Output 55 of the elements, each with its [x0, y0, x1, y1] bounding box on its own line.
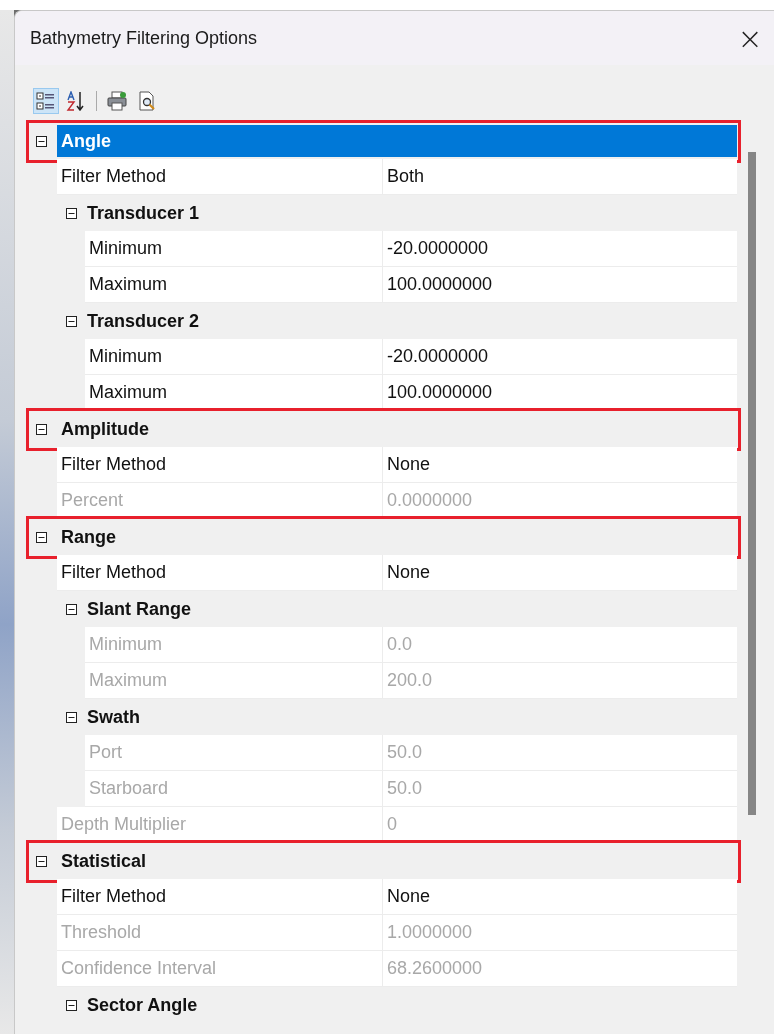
group-label: Transducer 1: [86, 201, 200, 225]
property-name: Filter Method: [57, 159, 383, 195]
property-value[interactable]: None: [383, 555, 737, 591]
property-name: Port: [85, 735, 383, 771]
collapse-icon[interactable]: [35, 531, 47, 543]
property-value[interactable]: -20.0000000: [383, 339, 737, 375]
property-name: Minimum: [85, 627, 383, 663]
property-name: Maximum: [85, 267, 383, 303]
scrollbar-thumb[interactable]: [748, 152, 756, 815]
group-label: Swath: [86, 705, 140, 729]
category-header[interactable]: Angle: [57, 125, 737, 157]
property-value: 50.0: [383, 735, 737, 771]
group-label: Slant Range: [86, 597, 192, 621]
property-value[interactable]: 100.0000000: [383, 267, 737, 303]
property-value[interactable]: None: [383, 447, 737, 483]
property-value: 1.0000000: [383, 915, 737, 951]
property-name: Starboard: [85, 771, 383, 807]
property-name: Maximum: [85, 375, 383, 411]
property-value: 0: [383, 807, 737, 843]
collapse-icon[interactable]: [65, 207, 77, 219]
property-value: 0.0: [383, 627, 737, 663]
property-name: Filter Method: [57, 555, 383, 591]
collapse-icon[interactable]: [65, 315, 77, 327]
collapse-icon[interactable]: [65, 999, 77, 1011]
property-name: Filter Method: [57, 879, 383, 915]
property-value[interactable]: 100.0000000: [383, 375, 737, 411]
property-value: 68.2600000: [383, 951, 737, 987]
property-name: Maximum: [85, 663, 383, 699]
property-name: Filter Method: [57, 447, 383, 483]
collapse-icon[interactable]: [35, 855, 47, 867]
property-value[interactable]: -20.0000000: [383, 231, 737, 267]
collapse-icon[interactable]: [35, 135, 47, 147]
category-header[interactable]: Amplitude: [57, 411, 737, 447]
collapse-icon[interactable]: [65, 711, 77, 723]
group-label: Sector Angle: [86, 993, 198, 1017]
category-header[interactable]: Statistical: [57, 843, 737, 879]
property-name: Confidence Interval: [57, 951, 383, 987]
group-label: Transducer 2: [86, 309, 200, 333]
category-header[interactable]: Range: [57, 519, 737, 555]
property-value: 0.0000000: [383, 483, 737, 519]
categorized-view-icon[interactable]: [33, 88, 59, 114]
printer-icon[interactable]: [104, 88, 130, 114]
window-title: Bathymetry Filtering Options: [30, 27, 259, 49]
property-name: Minimum: [85, 339, 383, 375]
property-value[interactable]: Both: [383, 159, 737, 195]
property-name: Percent: [57, 483, 383, 519]
property-value: 50.0: [383, 771, 737, 807]
collapse-icon[interactable]: [35, 423, 47, 435]
property-value[interactable]: None: [383, 879, 737, 915]
collapse-icon[interactable]: [65, 603, 77, 615]
property-value: 200.0: [383, 663, 737, 699]
property-name: Minimum: [85, 231, 383, 267]
close-button[interactable]: ×: [730, 18, 770, 58]
property-name: Threshold: [57, 915, 383, 951]
property-name: Depth Multiplier: [57, 807, 383, 843]
